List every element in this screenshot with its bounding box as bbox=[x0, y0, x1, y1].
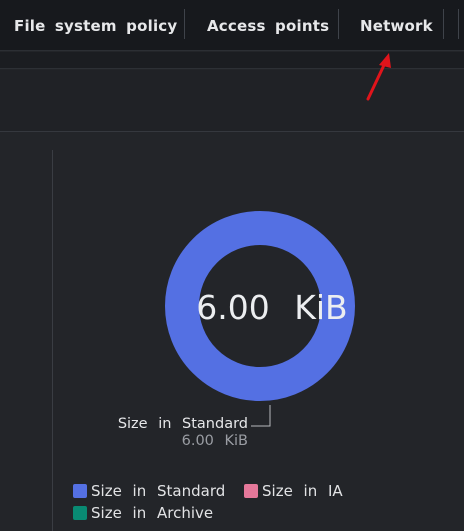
legend-item-ia[interactable]: Size in IA bbox=[244, 482, 343, 500]
slice-leader-line bbox=[251, 405, 271, 427]
legend-swatch-archive bbox=[73, 506, 87, 520]
storage-donut-chart: 6.00 KiB Size in Standard 6.00 KiB bbox=[118, 53, 391, 449]
legend-label: Size in IA bbox=[262, 482, 343, 500]
slice-label: Size in Standard bbox=[118, 416, 248, 432]
legend-swatch-standard bbox=[73, 484, 87, 498]
legend-swatch-ia bbox=[244, 484, 258, 498]
legend-item-archive[interactable]: Size in Archive bbox=[73, 504, 213, 522]
legend-label: Size in Archive bbox=[91, 504, 214, 522]
chart-center-label: 6.00 KiB bbox=[196, 288, 347, 327]
annotation-arrow bbox=[366, 61, 387, 101]
legend-item-standard[interactable]: Size in Standard bbox=[73, 482, 225, 500]
legend-label: Size in Standard bbox=[91, 482, 226, 500]
slice-value-label: 6.00 KiB bbox=[182, 433, 248, 449]
annotation-arrow-head bbox=[379, 53, 391, 68]
